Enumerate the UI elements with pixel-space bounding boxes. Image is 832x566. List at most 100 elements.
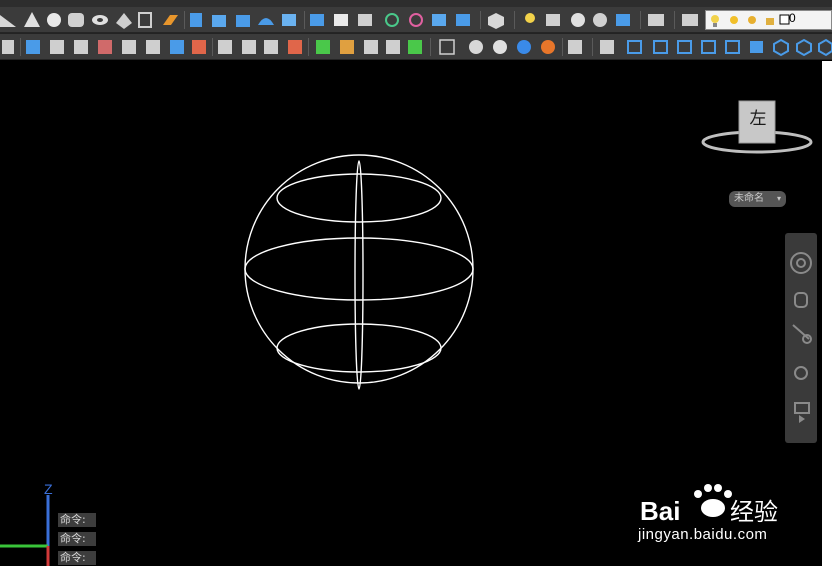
presspull-icon[interactable]: [212, 15, 226, 27]
render-icon[interactable]: [546, 14, 560, 26]
clean-icon[interactable]: [288, 40, 302, 54]
union-icon[interactable]: [310, 14, 324, 26]
viewport-freeze-icon: [748, 16, 756, 24]
render-region-icon[interactable]: [616, 14, 630, 26]
color-edges-icon[interactable]: [242, 40, 256, 54]
freeze-sun-icon: [730, 16, 738, 24]
light-bulb-icon[interactable]: [525, 13, 535, 23]
layer-color-swatch: [779, 14, 790, 25]
sweep-icon[interactable]: [236, 15, 250, 27]
conceptual-style-icon[interactable]: [493, 40, 507, 54]
copy-faces-icon[interactable]: [170, 40, 184, 54]
baidu-paw-icon: Bai 经验: [640, 484, 778, 526]
layer-state-icon[interactable]: [682, 14, 698, 26]
thicken-icon[interactable]: [456, 14, 470, 26]
viewcube-face-label[interactable]: 左: [740, 104, 776, 129]
planar-surface-icon[interactable]: [163, 15, 178, 25]
check-icon[interactable]: [364, 40, 378, 54]
delete-faces-icon[interactable]: [98, 40, 112, 54]
named-view-label: 未命名: [734, 193, 764, 204]
extrude-icon[interactable]: [190, 13, 202, 27]
left-view-icon[interactable]: [677, 40, 692, 54]
realistic-style-icon[interactable]: [517, 40, 531, 54]
se-isometric-icon[interactable]: [796, 38, 812, 57]
cone-icon[interactable]: [24, 12, 40, 27]
upper-latitude-ellipse: [276, 173, 442, 223]
ucs-icon: [0, 495, 50, 566]
union-small-icon[interactable]: [2, 40, 14, 54]
chamfer-edge-icon[interactable]: [408, 40, 422, 54]
layer-dropdown[interactable]: [705, 10, 832, 30]
layer-state-icons: [711, 14, 790, 27]
layer-properties-icon[interactable]: [648, 14, 664, 26]
named-views-icon[interactable]: [600, 40, 614, 54]
watermark-url: jingyan.baidu.com: [638, 526, 768, 543]
modeling-toolbar: 0: [0, 7, 832, 33]
subtract-icon[interactable]: [334, 14, 348, 26]
color-faces-icon[interactable]: [192, 40, 206, 54]
right-view-icon[interactable]: [701, 40, 716, 54]
toolbar-2-icons: [2, 38, 832, 57]
layer-on-bulb-icon: [711, 15, 719, 27]
cylinder-icon[interactable]: [68, 13, 84, 27]
separate-icon[interactable]: [316, 40, 330, 54]
material-icon[interactable]: [571, 13, 585, 27]
ucs-z-label: Z: [44, 481, 53, 497]
rotate-faces-icon[interactable]: [122, 40, 136, 54]
helix-icon[interactable]: [138, 12, 152, 28]
shell-icon[interactable]: [340, 40, 354, 54]
copy-edges-icon[interactable]: [218, 40, 232, 54]
navbar-icons: [790, 252, 812, 423]
pan-hand-icon[interactable]: [794, 292, 808, 308]
sw-isometric-icon[interactable]: [773, 38, 789, 57]
title-strip: [0, 0, 832, 7]
section-plane-icon[interactable]: [409, 13, 423, 27]
move-faces-icon[interactable]: [50, 40, 64, 54]
sphere-outline: [244, 154, 474, 384]
steering-wheel-icon[interactable]: [790, 252, 812, 274]
loft-icon[interactable]: [282, 14, 296, 26]
chevron-down-icon: ▾: [776, 194, 781, 203]
taper-faces-icon[interactable]: [146, 40, 160, 54]
shaded-style-icon[interactable]: [541, 40, 555, 54]
back-view-icon[interactable]: [750, 41, 763, 53]
hidden-style-icon[interactable]: [469, 40, 483, 54]
ne-isometric-icon[interactable]: [818, 38, 832, 57]
svg-text:经验: 经验: [730, 498, 778, 524]
extrude-faces-icon[interactable]: [26, 40, 40, 54]
lock-icon: [766, 18, 774, 25]
command-line-3: 命令:: [58, 551, 96, 565]
2d-wireframe-icon[interactable]: [439, 39, 455, 55]
equator-ellipse: [244, 237, 474, 301]
revolve-icon[interactable]: [258, 18, 274, 25]
front-view-icon[interactable]: [725, 40, 740, 54]
right-panel-edge: [822, 61, 832, 566]
visual-style-manager-icon[interactable]: [568, 40, 582, 54]
imprint-icon[interactable]: [264, 40, 278, 54]
current-layer-name: 0: [789, 11, 796, 25]
baidu-watermark-logo: Bai 经验: [638, 480, 788, 526]
navigation-bar: [785, 233, 817, 443]
showmotion-icon[interactable]: [794, 402, 810, 423]
fillet-edge-icon[interactable]: [386, 40, 400, 54]
offset-faces-icon[interactable]: [74, 40, 88, 54]
unnamed-view-dropdown[interactable]: 未命名 ▾: [729, 191, 786, 207]
interference-icon[interactable]: [385, 13, 399, 27]
top-view-icon[interactable]: [627, 40, 642, 54]
intersect-icon[interactable]: [358, 14, 372, 26]
box-3d-icon[interactable]: [488, 13, 504, 29]
material-map-icon[interactable]: [593, 13, 607, 27]
solid-editing-toolbar: [0, 34, 832, 60]
orbit-icon[interactable]: [794, 366, 808, 380]
zoom-extents-icon[interactable]: [792, 324, 812, 344]
torus-icon[interactable]: [92, 15, 108, 25]
meridian-ellipse: [354, 160, 364, 390]
pyramid-icon[interactable]: [116, 13, 132, 29]
svg-text:Bai: Bai: [640, 496, 680, 524]
sphere-icon[interactable]: [47, 13, 61, 27]
slice-icon[interactable]: [432, 14, 446, 26]
bottom-view-icon[interactable]: [653, 40, 668, 54]
lower-latitude-ellipse: [276, 323, 442, 373]
wedge-icon[interactable]: [0, 15, 16, 27]
wireframe-sphere[interactable]: [244, 154, 474, 390]
